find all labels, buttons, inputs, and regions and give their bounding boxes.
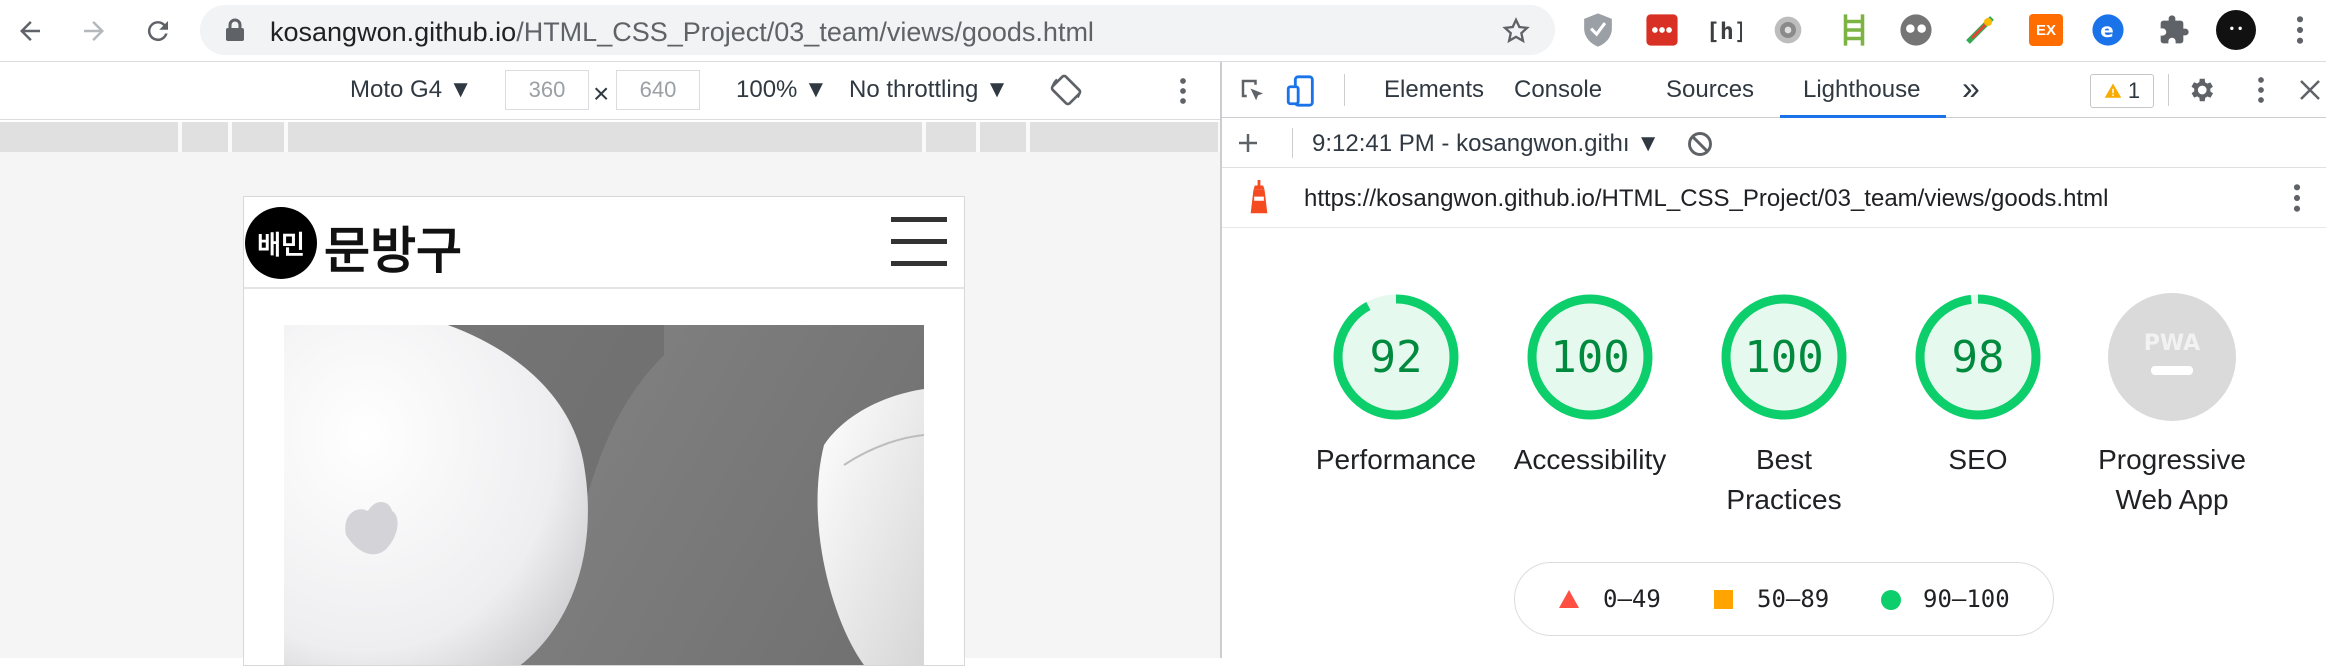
gauge-score: 98 xyxy=(1951,331,2005,383)
svg-text:e: e xyxy=(2100,19,2113,42)
width-input[interactable]: 360 xyxy=(505,70,589,110)
fail-triangle-icon xyxy=(1559,590,1579,608)
device-toggle-icon[interactable] xyxy=(1284,74,1318,108)
throttling-select[interactable]: No throttling ▼ xyxy=(849,76,1009,104)
browser-toolbar: kosangwon.github.io/HTML_CSS_Project/03_… xyxy=(0,0,2326,62)
legend-average-range: 50–89 xyxy=(1757,585,1830,613)
more-tabs-button[interactable]: » xyxy=(1962,70,1980,107)
url-text: kosangwon.github.io/HTML_CSS_Project/03_… xyxy=(270,17,1094,47)
lock-icon xyxy=(226,18,244,41)
gauge-score: 100 xyxy=(1550,331,1630,383)
legend-pass-range: 90–100 xyxy=(1923,585,2010,613)
dimension-separator: × xyxy=(593,78,610,109)
puzzle-icon[interactable] xyxy=(2154,8,2194,52)
gauge-label: Accessibility xyxy=(1513,444,1667,475)
gauge-label: SEO xyxy=(1948,444,2008,475)
device-select[interactable]: Moto G4 ▼ xyxy=(350,76,472,104)
back-button[interactable] xyxy=(8,9,52,53)
report-select[interactable]: 9:12:41 PM - kosangwon.githı ▼ xyxy=(1312,130,1660,158)
pwa-gauge[interactable]: PWA xyxy=(2107,292,2237,422)
score-gauge[interactable]: 100 xyxy=(1525,292,1655,422)
score-gauge[interactable]: 98 xyxy=(1913,292,2043,422)
device-toolbar: Moto G4 ▼ 360 × 640 100% ▼ No throttling… xyxy=(0,62,1220,120)
tab-lighthouse[interactable]: Lighthouse xyxy=(1803,76,1920,104)
clear-icon[interactable] xyxy=(1686,130,1714,158)
average-square-icon xyxy=(1714,590,1733,609)
warning-icon xyxy=(2104,83,2122,98)
hash-ext-icon[interactable]: [h] xyxy=(1704,8,1744,52)
settings-gear-icon[interactable] xyxy=(2186,75,2216,105)
inspect-element-icon[interactable] xyxy=(1238,76,1268,106)
reload-button[interactable] xyxy=(136,9,180,53)
reload-icon xyxy=(147,21,168,42)
gauge-score: 100 xyxy=(1744,331,1824,383)
rotate-icon[interactable] xyxy=(1050,74,1082,106)
gauge-label: Performance xyxy=(1315,444,1477,475)
shield-icon[interactable] xyxy=(1578,8,1618,52)
tab-elements[interactable]: Elements xyxy=(1384,76,1484,104)
ex-ext-icon[interactable]: EX xyxy=(2026,8,2066,52)
device-menu-icon[interactable] xyxy=(1178,76,1188,106)
product-image xyxy=(284,325,924,665)
lighthouse-toolbar: 9:12:41 PM - kosangwon.githı ▼ xyxy=(1222,118,2326,168)
legend-fail-range: 0–49 xyxy=(1603,585,1661,613)
tab-sources[interactable]: Sources xyxy=(1666,76,1754,104)
score-legend: 0–49 50–89 90–100 xyxy=(1514,562,2054,636)
svg-text:[h]: [h] xyxy=(1706,19,1742,45)
tab-console[interactable]: Console xyxy=(1514,76,1602,104)
pwa-badge-text: PWA xyxy=(2144,331,2200,356)
logo-badge[interactable]: 배민 xyxy=(245,207,317,279)
arrow-left-icon xyxy=(20,21,40,41)
devtools-tab-bar: Elements Console Sources Lighthouse » 1 xyxy=(1222,62,2326,118)
profile-avatar[interactable] xyxy=(2216,8,2256,52)
gauge-label: Best Practices xyxy=(1726,444,1842,515)
gear-ext-icon[interactable] xyxy=(1768,8,1808,52)
media-query-bar[interactable] xyxy=(0,122,1220,152)
ladder-ext-icon[interactable] xyxy=(1834,8,1874,52)
e-ext-icon[interactable]: e xyxy=(2088,8,2128,52)
pass-circle-icon xyxy=(1881,590,1901,610)
height-input[interactable]: 640 xyxy=(616,70,700,110)
color-ext-icon[interactable] xyxy=(1960,8,2000,52)
devtools-menu-icon[interactable] xyxy=(2256,75,2266,105)
report-url[interactable]: https://kosangwon.github.io/HTML_CSS_Pro… xyxy=(1304,185,2108,213)
report-menu-icon[interactable] xyxy=(2292,182,2302,214)
close-icon[interactable] xyxy=(2298,78,2322,102)
plus-icon[interactable] xyxy=(1236,131,1260,155)
forward-button[interactable] xyxy=(72,9,116,53)
pwa-label: Progressive Web App xyxy=(2098,444,2246,515)
score-gauge[interactable]: 92 xyxy=(1331,292,1461,422)
site-header: 배민 문방구 xyxy=(244,197,964,289)
address-bar[interactable]: kosangwon.github.io/HTML_CSS_Project/03_… xyxy=(200,5,1555,55)
device-screen: 배민 문방구 xyxy=(243,196,965,666)
zoom-select[interactable]: 100% ▼ xyxy=(736,76,828,104)
lighthouse-url-bar: https://kosangwon.github.io/HTML_CSS_Pro… xyxy=(1222,168,2326,228)
lighthouse-icon xyxy=(1250,180,1268,214)
warnings-badge[interactable]: 1 xyxy=(2090,74,2154,108)
gauge-score: 92 xyxy=(1369,331,1423,383)
score-gauge[interactable]: 100 xyxy=(1719,292,1849,422)
star-icon[interactable] xyxy=(1502,17,1530,45)
browser-menu-icon[interactable] xyxy=(2280,8,2320,52)
arrow-right-icon xyxy=(84,21,104,41)
glasses-ext-icon[interactable] xyxy=(1896,8,1936,52)
logo-text[interactable]: 문방구 xyxy=(324,211,462,283)
mail-ext-icon[interactable] xyxy=(1642,8,1682,52)
